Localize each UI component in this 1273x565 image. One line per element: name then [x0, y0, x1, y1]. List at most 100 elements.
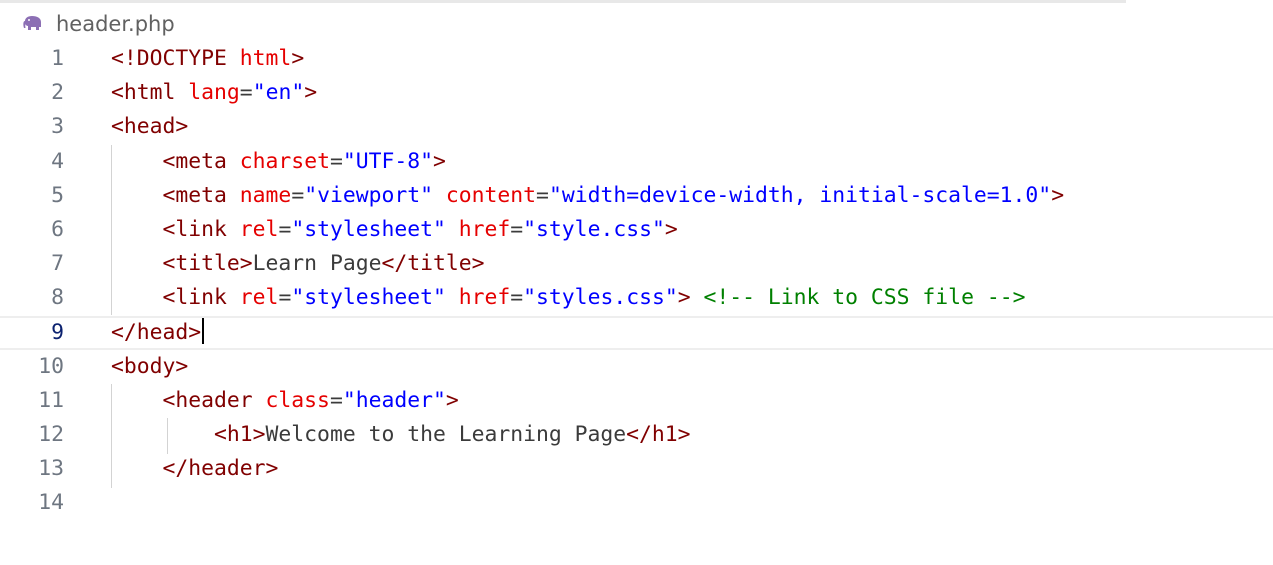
- code-text[interactable]: <meta name="viewport" content="width=dev…: [111, 179, 1065, 213]
- code-token: >: [291, 46, 305, 71]
- code-text[interactable]: <h1>Welcome to the Learning Page</h1>: [111, 418, 691, 452]
- code-token: <link: [162, 285, 240, 311]
- code-line[interactable]: 8 <link rel="stylesheet" href="styles.cs…: [0, 281, 1273, 315]
- code-line[interactable]: 7 <title>Learn Page</title>: [0, 247, 1273, 281]
- code-token: >: [433, 148, 446, 174]
- code-token: =: [239, 80, 253, 106]
- line-number: 9: [51, 319, 64, 345]
- code-token: "en": [252, 80, 305, 106]
- code-token: href: [458, 216, 511, 242]
- code-token: <link: [162, 216, 240, 242]
- code-line[interactable]: 1 <!DOCTYPE html>: [0, 42, 1273, 76]
- code-line[interactable]: 10 <body>: [0, 350, 1273, 384]
- code-text[interactable]: <!DOCTYPE html>: [111, 42, 304, 76]
- code-token: <meta: [162, 182, 240, 208]
- code-line[interactable]: 13 </header>: [0, 452, 1273, 486]
- code-token: "viewport": [304, 182, 433, 208]
- line-number: 3: [51, 114, 64, 140]
- code-token: "styles.css": [523, 285, 678, 311]
- code-token: >: [677, 285, 691, 311]
- code-token: =: [278, 216, 292, 242]
- code-token: =: [510, 216, 524, 242]
- code-token: <meta: [162, 148, 240, 174]
- line-number: 12: [38, 422, 64, 448]
- php-elephant-icon: [23, 16, 41, 30]
- indent-guide-body: [111, 384, 112, 488]
- code-token: </title>: [381, 251, 485, 277]
- code-line[interactable]: 3 <head>: [0, 110, 1273, 144]
- line-number: 4: [51, 148, 64, 174]
- code-token: "width=device-width, initial-scale=1.0": [548, 182, 1052, 208]
- code-token: =: [291, 182, 305, 208]
- code-token: Learn Page: [252, 251, 382, 277]
- code-text[interactable]: <title>Learn Page</title>: [111, 247, 485, 281]
- code-token: <html: [111, 80, 189, 106]
- file-tab[interactable]: header.php: [22, 8, 175, 40]
- code-token: "stylesheet": [291, 285, 446, 311]
- code-text[interactable]: <body>: [111, 350, 188, 384]
- code-line[interactable]: 2 <html lang="en">: [0, 76, 1273, 110]
- line-number: 2: [51, 80, 64, 106]
- code-text[interactable]: <html lang="en">: [111, 76, 317, 110]
- text-cursor: [202, 317, 205, 344]
- code-token: >: [1051, 182, 1065, 208]
- editor-top-border: [0, 0, 1126, 3]
- indent-guide-header: [167, 418, 168, 454]
- code-token: =: [329, 387, 343, 413]
- code-token: "header": [342, 387, 446, 413]
- code-text[interactable]: </header>: [111, 452, 279, 486]
- code-token: =: [536, 182, 549, 208]
- line-number: 1: [51, 46, 64, 71]
- code-token: =: [510, 285, 524, 311]
- code-line[interactable]: 4 <meta charset="UTF-8">: [0, 145, 1273, 179]
- code-token: >: [304, 80, 318, 106]
- code-line[interactable]: 9 </head>: [0, 315, 1273, 350]
- code-token: <body>: [111, 353, 189, 379]
- line-number: 6: [51, 216, 64, 242]
- code-token: >: [664, 216, 678, 242]
- line-number: 10: [38, 353, 64, 379]
- code-line[interactable]: 5 <meta name="viewport" content="width=d…: [0, 179, 1273, 213]
- code-token: "stylesheet": [291, 216, 446, 242]
- code-token: "UTF-8": [342, 148, 433, 174]
- code-text[interactable]: <header class="header">: [111, 384, 459, 418]
- code-token: =: [329, 148, 343, 174]
- code-token: name: [239, 182, 292, 208]
- line-number: 7: [51, 251, 64, 277]
- code-token: "style.css": [523, 216, 665, 242]
- code-token: </head>: [111, 319, 202, 345]
- code-token: </h1>: [626, 422, 691, 448]
- code-text[interactable]: <link rel="stylesheet" href="styles.css"…: [111, 281, 1026, 315]
- code-line[interactable]: 14: [0, 486, 1273, 520]
- code-text[interactable]: </head>: [111, 317, 205, 348]
- line-number: 5: [51, 182, 64, 208]
- code-line[interactable]: 11 <header class="header">: [0, 384, 1273, 418]
- code-token: <title>: [162, 251, 253, 277]
- code-text[interactable]: <meta charset="UTF-8">: [111, 145, 446, 179]
- code-token: charset: [239, 148, 330, 174]
- code-token: <header: [162, 387, 266, 413]
- code-token: <!-- Link to CSS file -->: [703, 285, 1026, 311]
- line-number: 8: [51, 285, 64, 311]
- file-tab-label: header.php: [56, 12, 175, 36]
- code-editor[interactable]: 1 <!DOCTYPE html> 2 <html lang="en"> 3 <head>…: [0, 42, 1273, 521]
- code-text[interactable]: <head>: [111, 110, 188, 144]
- code-line[interactable]: 6 <link rel="stylesheet" href="style.css…: [0, 213, 1273, 247]
- code-token: >: [445, 387, 459, 413]
- code-line[interactable]: 12 <h1>Welcome to the Learning Page</h1>: [0, 418, 1273, 452]
- code-token: <head>: [111, 114, 189, 140]
- line-number: 14: [38, 490, 64, 516]
- line-number: 11: [38, 387, 64, 413]
- code-token: content: [445, 182, 537, 208]
- code-text[interactable]: <link rel="stylesheet" href="style.css">: [111, 213, 678, 247]
